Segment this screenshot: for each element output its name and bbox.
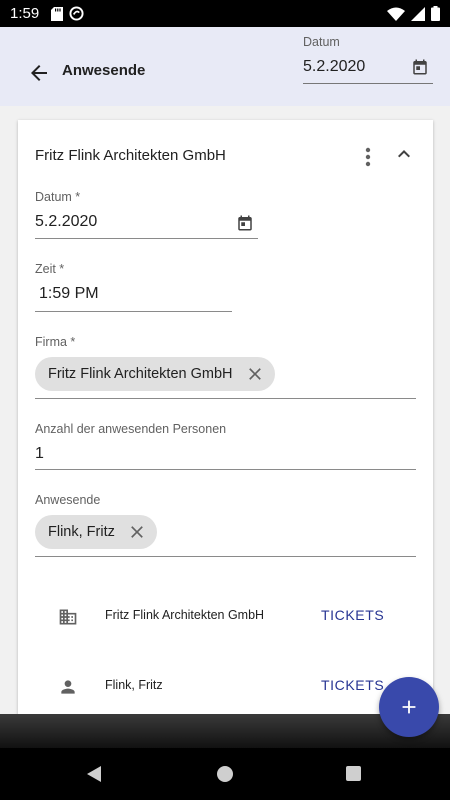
close-icon[interactable] xyxy=(245,364,265,384)
building-icon xyxy=(59,609,77,625)
date-field[interactable]: 5.2.2020 xyxy=(35,213,97,231)
sync-circle-icon xyxy=(69,6,84,21)
count-field-underline xyxy=(35,469,416,470)
count-field[interactable]: 1 xyxy=(35,445,44,463)
tickets-button[interactable]: TICKETS xyxy=(321,677,384,693)
app-bar: Anwesende Datum 5.2.2020 xyxy=(0,27,450,106)
time-field-label: Zeit * xyxy=(35,262,65,276)
summary-company-name: Fritz Flink Architekten GmbH xyxy=(105,608,265,622)
system-nav-bar xyxy=(0,748,450,800)
close-icon[interactable] xyxy=(127,522,147,542)
header-date-label: Datum xyxy=(303,35,340,49)
sd-card-icon xyxy=(51,6,64,21)
count-field-label: Anzahl der anwesenden Personen xyxy=(35,422,227,436)
page-title: Anwesende xyxy=(62,62,146,79)
plus-icon xyxy=(402,700,416,714)
more-vert-icon[interactable] xyxy=(358,146,378,168)
company-field-underline xyxy=(35,398,416,399)
header-date-field[interactable]: 5.2.2020 xyxy=(303,58,365,76)
card-title: Fritz Flink Architekten GmbH xyxy=(35,147,226,164)
company-chip[interactable]: Fritz Flink Architekten GmbH xyxy=(35,357,275,391)
chevron-up-icon[interactable] xyxy=(392,142,416,166)
date-field-underline xyxy=(35,238,258,239)
add-button[interactable] xyxy=(379,677,439,737)
wifi-icon xyxy=(387,7,405,21)
attendee-chip[interactable]: Flink, Fritz xyxy=(35,515,157,549)
calendar-icon[interactable] xyxy=(411,58,429,76)
battery-icon xyxy=(431,6,440,21)
person-icon xyxy=(61,680,75,694)
nav-home-icon[interactable] xyxy=(217,766,233,782)
tickets-button[interactable]: TICKETS xyxy=(321,607,384,623)
attendee-chip-label: Flink, Fritz xyxy=(48,524,115,540)
summary-row-company: Fritz Flink Architekten GmbH TICKETS xyxy=(18,596,433,636)
status-time: 1:59 xyxy=(10,5,40,22)
nav-back-icon[interactable] xyxy=(85,765,103,783)
company-field-label: Firma * xyxy=(35,335,76,349)
header-date-underline xyxy=(303,83,433,84)
attendance-card: Fritz Flink Architekten GmbH Datum * 5.2… xyxy=(18,120,433,720)
status-bar: 1:59 xyxy=(0,0,450,27)
company-chip-label: Fritz Flink Architekten GmbH xyxy=(48,366,233,382)
date-field-label: Datum * xyxy=(35,190,81,204)
attendees-field-underline xyxy=(35,556,416,557)
summary-person-name: Flink, Fritz xyxy=(105,678,163,692)
summary-row-person: Flink, Fritz TICKETS xyxy=(18,666,433,706)
back-arrow-icon[interactable] xyxy=(27,61,51,85)
time-field-underline xyxy=(35,311,232,312)
signal-icon xyxy=(411,6,425,21)
time-field[interactable]: 1:59 PM xyxy=(39,285,99,303)
calendar-icon[interactable] xyxy=(236,214,254,232)
nav-recents-icon[interactable] xyxy=(346,766,361,781)
attendees-field-label: Anwesende xyxy=(35,493,101,507)
